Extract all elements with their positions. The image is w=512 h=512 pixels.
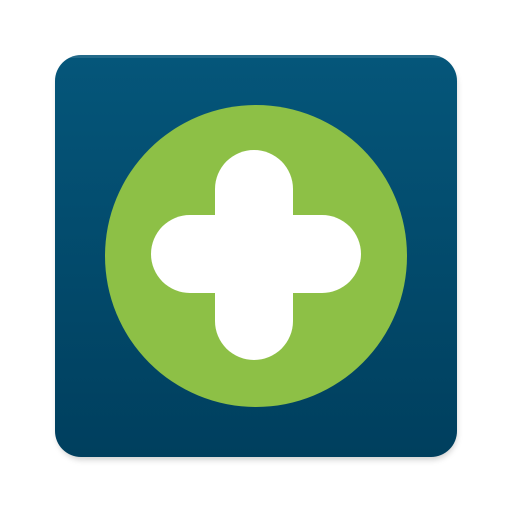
cross-horizontal-bar bbox=[151, 215, 361, 293]
app-icon-canvas bbox=[0, 0, 512, 512]
logo-mark bbox=[105, 105, 407, 407]
